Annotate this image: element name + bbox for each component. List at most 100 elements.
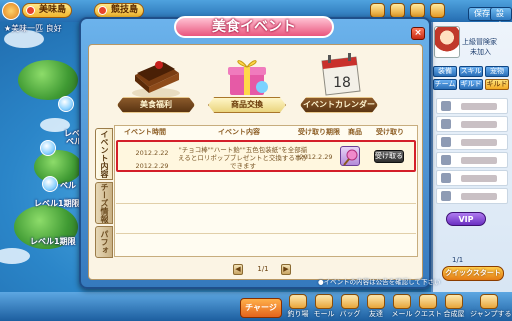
side-tab-pet[interactable]: 宠物 <box>485 66 509 77</box>
table-row <box>116 234 416 256</box>
bottom-item-label: クエスト <box>414 310 442 318</box>
user-icon <box>441 137 451 147</box>
mall-icon <box>315 294 333 309</box>
vtab-performer-exchange[interactable]: パフォーマ交換 <box>95 226 113 258</box>
gift-icon[interactable] <box>390 3 405 18</box>
bottom-item-label: 友達 <box>369 310 383 318</box>
bottom-item-synthesis[interactable]: 合成屋 <box>440 294 468 321</box>
friend-row[interactable] <box>436 170 508 186</box>
page-indicator: 1/1 <box>257 265 269 273</box>
bottom-item-bag[interactable]: バッグ <box>336 294 364 321</box>
bottom-item-fishing[interactable]: 釣り場 <box>284 294 312 321</box>
claim-button[interactable]: 受け取る <box>374 150 404 163</box>
calendar-day: 18 <box>333 75 351 91</box>
blurred-name <box>461 139 497 146</box>
card-event-calendar[interactable]: 18 イベントカレンダー <box>300 53 378 117</box>
close-button[interactable]: × <box>411 27 425 40</box>
event-period: 2012.2.22 2012.2.29 <box>132 149 172 171</box>
table-row <box>116 174 416 204</box>
character-portrait[interactable] <box>434 26 460 58</box>
card-label: 美食福利 <box>117 97 195 113</box>
column-header: 受け取り期限 <box>298 128 340 136</box>
player-avatar[interactable] <box>2 2 20 20</box>
friend-row[interactable] <box>436 188 508 204</box>
bottom-item-mall[interactable]: モール <box>310 294 338 321</box>
claim-deadline: 2012.2.29 <box>299 153 333 161</box>
prev-page-button[interactable]: ◀ <box>233 264 243 275</box>
card-food-bonus[interactable]: 美食福利 <box>117 53 195 117</box>
character-rank: 上級冒険家 <box>462 38 497 46</box>
table-row: 2012.2.22 2012.2.29 "チョコ棒""ハート飴""五色包装紙"を… <box>116 140 416 172</box>
bottom-item-label: モール <box>313 310 335 318</box>
friend-row[interactable] <box>436 134 508 150</box>
side-tab-team[interactable]: チーム <box>433 79 457 90</box>
event-icon[interactable] <box>370 3 385 18</box>
fishing-icon <box>289 294 307 309</box>
gift-box-icon <box>228 60 268 95</box>
event-description: "チョコ棒""ハート飴""五色包装紙"を全部揃えるとロリポップブレゼントと交換す… <box>178 146 308 170</box>
mail-icon[interactable] <box>430 3 445 18</box>
island-tab-label: 競技島 <box>111 5 139 15</box>
friend-row[interactable] <box>436 116 508 132</box>
next-page-button[interactable]: ▶ <box>281 264 291 275</box>
charge-button[interactable]: チャージ <box>240 298 282 318</box>
vip-badge[interactable]: VIP <box>446 212 486 226</box>
notice-text: ●イベントの内容は公告を確認して下さい <box>318 278 441 286</box>
user-icon <box>441 119 451 129</box>
map-island[interactable] <box>34 150 82 184</box>
bottom-item-mail[interactable]: メール <box>388 294 416 321</box>
card-label: イベントカレンダー <box>300 97 378 113</box>
bottom-item-label: メール <box>391 310 413 318</box>
island-tab-label: 美味島 <box>39 5 67 15</box>
map-node-icon[interactable] <box>58 96 74 112</box>
flag-icon <box>26 6 35 15</box>
event-start: 2012.2.22 <box>135 149 169 157</box>
blurred-name <box>461 103 497 110</box>
map-label: レベル1期限 <box>30 237 76 246</box>
bottom-item-label: バッグ <box>339 310 361 318</box>
bottom-item-quest[interactable]: クエスト <box>414 294 442 321</box>
table-header: イベント時間 イベント内容 受け取り期限 商品 受け取り <box>114 126 418 138</box>
quick-start-button[interactable]: クイックスタート <box>442 266 504 281</box>
map-label: ベル <box>60 181 76 190</box>
blurred-name <box>461 121 497 128</box>
friends-icon <box>367 294 385 309</box>
bottom-item-label: 合成屋 <box>443 310 465 318</box>
mail-icon <box>393 294 411 309</box>
card-label: 商品交換 <box>208 97 286 113</box>
bottom-item-label: ジャンプする <box>470 310 512 318</box>
guild-status: 未加入 <box>470 48 491 56</box>
column-header: 受け取り <box>376 128 404 136</box>
side-tab-guild-active[interactable]: ギルド <box>485 79 509 90</box>
user-icon <box>441 191 451 201</box>
settings-button[interactable]: 設定 <box>490 7 512 30</box>
island-tab-kyogi[interactable]: 競技島 <box>94 3 145 18</box>
side-page-indicator: 1/1 <box>452 256 464 264</box>
bottom-item-friends[interactable]: 友達 <box>362 294 390 321</box>
vtab-event-content[interactable]: イベント内容 <box>95 128 113 180</box>
map-node-icon[interactable] <box>42 176 58 192</box>
jump-icon <box>480 294 498 309</box>
map-node-icon[interactable] <box>40 140 56 156</box>
side-tab-skill[interactable]: スキル <box>459 66 483 77</box>
calendar-icon: 18 <box>321 53 361 96</box>
island-tab-bimi[interactable]: 美味島 <box>22 3 73 18</box>
vtab-cheese-info[interactable]: チーズ情報 <box>95 182 113 224</box>
bottom-item-jump[interactable]: ジャンプする <box>470 294 512 321</box>
card-item-exchange[interactable]: 商品交換 <box>208 53 286 117</box>
player-status: ★美味一匹 良好 <box>4 24 62 33</box>
friend-row[interactable] <box>436 98 508 114</box>
bag-icon <box>341 294 359 309</box>
ranking-icon[interactable] <box>410 3 425 18</box>
side-tab-guild[interactable]: ギルド <box>459 79 483 90</box>
pagination: ◀ 1/1 ▶ <box>229 264 299 276</box>
friend-row[interactable] <box>436 152 508 168</box>
side-tab-equip[interactable]: 装備 <box>433 66 457 77</box>
user-icon <box>441 155 451 165</box>
map-island[interactable] <box>18 60 78 100</box>
cake-icon <box>132 61 180 98</box>
lollipop-icon[interactable] <box>340 146 360 166</box>
blurred-name <box>461 175 497 182</box>
column-header: 商品 <box>348 128 362 136</box>
blurred-name <box>461 193 497 200</box>
